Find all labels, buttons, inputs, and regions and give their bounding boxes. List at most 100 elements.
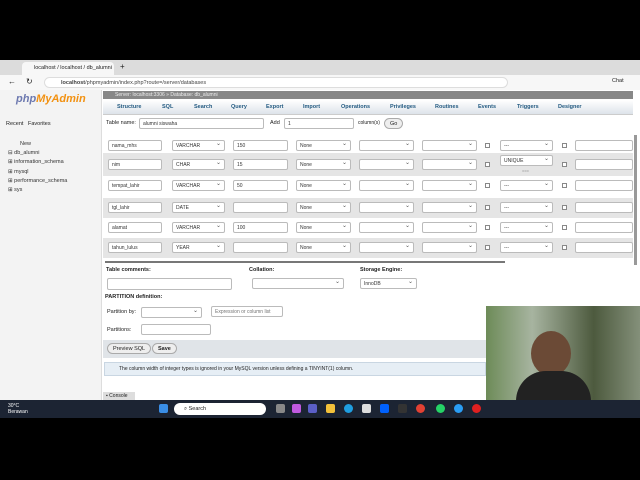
go-button[interactable]: Go xyxy=(384,118,404,129)
index-options-link[interactable]: === xyxy=(522,168,529,173)
column-length-input[interactable] xyxy=(233,180,288,191)
menu-routines[interactable]: Routines xyxy=(435,104,459,110)
column-name-input[interactable] xyxy=(108,222,162,233)
store-icon[interactable] xyxy=(362,404,371,413)
copilot-icon[interactable] xyxy=(292,404,301,413)
column-length-input[interactable] xyxy=(233,202,288,213)
column-default-select[interactable]: None xyxy=(296,159,351,170)
menu-events[interactable]: Events xyxy=(478,104,496,110)
column-default-select[interactable]: None xyxy=(296,140,351,151)
column-attributes-select[interactable] xyxy=(422,222,477,233)
column-attributes-select[interactable] xyxy=(422,202,477,213)
menu-designer[interactable]: Designer xyxy=(558,104,582,110)
column-collation-select[interactable] xyxy=(359,140,414,151)
column-attributes-select[interactable] xyxy=(422,159,477,170)
favorites-tab[interactable]: Favorites xyxy=(28,121,51,127)
column-collation-select[interactable] xyxy=(359,242,414,253)
crumb-server[interactable]: Server: localhost:3306 xyxy=(115,92,165,98)
storage-engine-select[interactable]: InnoDB xyxy=(360,278,417,289)
column-length-input[interactable] xyxy=(233,242,288,253)
task-view-icon[interactable] xyxy=(276,404,285,413)
column-name-input[interactable] xyxy=(108,180,162,191)
tree-mysql[interactable]: ⊞ mysql xyxy=(8,169,29,175)
refresh-icon[interactable]: ↻ xyxy=(26,77,33,86)
column-default-select[interactable]: None xyxy=(296,222,351,233)
taskbar-search[interactable]: ⌕ Search xyxy=(174,403,266,415)
column-default-select[interactable]: None xyxy=(296,202,351,213)
collation-select[interactable] xyxy=(252,278,344,289)
column-null-checkbox[interactable] xyxy=(485,183,490,188)
column-collation-select[interactable] xyxy=(359,202,414,213)
tree-new[interactable]: New xyxy=(20,141,31,147)
table-name-input[interactable] xyxy=(139,118,264,129)
add-count-input[interactable] xyxy=(284,118,354,129)
tree-db-alumni[interactable]: ⊟ db_alumni xyxy=(8,150,40,156)
windows-start-icon[interactable] xyxy=(159,404,168,413)
column-type-select[interactable]: VARCHAR xyxy=(172,180,225,191)
phpmyadmin-logo[interactable]: phpMyAdmin xyxy=(16,93,86,105)
menu-export[interactable]: Export xyxy=(266,104,283,110)
column-comments-input[interactable] xyxy=(575,180,633,191)
console-button[interactable]: ▪ Console xyxy=(103,392,135,400)
preview-sql-button[interactable]: Preview SQL xyxy=(107,343,152,354)
column-length-input[interactable] xyxy=(233,140,288,151)
column-collation-select[interactable] xyxy=(359,222,414,233)
column-index-select[interactable]: --- xyxy=(500,222,553,233)
column-attributes-select[interactable] xyxy=(422,242,477,253)
column-attributes-select[interactable] xyxy=(422,180,477,191)
browser-tab[interactable]: localhost / localhost / db_alumni xyxy=(22,62,114,75)
column-index-select[interactable]: --- xyxy=(500,202,553,213)
column-comments-input[interactable] xyxy=(575,140,633,151)
tree-sys[interactable]: ⊞ sys xyxy=(8,187,22,193)
column-name-input[interactable] xyxy=(108,140,162,151)
column-index-select[interactable]: --- xyxy=(500,140,553,151)
menu-triggers[interactable]: Triggers xyxy=(517,104,539,110)
column-comments-input[interactable] xyxy=(575,242,633,253)
menu-sql[interactable]: SQL xyxy=(162,104,173,110)
record-icon[interactable] xyxy=(472,404,481,413)
column-comments-input[interactable] xyxy=(575,159,633,170)
weather-widget[interactable]: 30°C Berawan xyxy=(8,403,28,415)
menu-import[interactable]: Import xyxy=(303,104,320,110)
column-collation-select[interactable] xyxy=(359,159,414,170)
column-index-select[interactable]: UNIQUE xyxy=(500,155,553,166)
column-name-input[interactable] xyxy=(108,159,162,170)
menu-operations[interactable]: Operations xyxy=(341,104,370,110)
column-ai-checkbox[interactable] xyxy=(562,162,567,167)
new-tab-icon[interactable]: + xyxy=(120,62,125,71)
column-default-select[interactable]: None xyxy=(296,242,351,253)
column-ai-checkbox[interactable] xyxy=(562,183,567,188)
vertical-scrollbar[interactable] xyxy=(634,135,637,265)
column-null-checkbox[interactable] xyxy=(485,162,490,167)
column-name-input[interactable] xyxy=(108,242,162,253)
column-ai-checkbox[interactable] xyxy=(562,143,567,148)
edge-icon[interactable] xyxy=(344,404,353,413)
table-comments-input[interactable] xyxy=(107,278,232,290)
tree-information-schema[interactable]: ⊞ information_schema xyxy=(8,159,64,165)
column-type-select[interactable]: VARCHAR xyxy=(172,140,225,151)
crumb-database[interactable]: Database: db_alumni xyxy=(170,92,217,98)
url-input[interactable]: localhost/phpmyadmin/index.php?route=/se… xyxy=(44,77,508,88)
copilot-chat-button[interactable]: Chat xyxy=(612,78,624,84)
app-icon[interactable] xyxy=(398,404,407,413)
column-null-checkbox[interactable] xyxy=(485,143,490,148)
menu-privileges[interactable]: Privileges xyxy=(390,104,416,110)
teams-icon[interactable] xyxy=(308,404,317,413)
menu-query[interactable]: Query xyxy=(231,104,247,110)
chrome-icon[interactable] xyxy=(416,404,425,413)
partition-by-select[interactable] xyxy=(141,307,202,318)
column-default-select[interactable]: None xyxy=(296,180,351,191)
recent-tab[interactable]: Recent xyxy=(6,121,23,127)
column-length-input[interactable] xyxy=(233,222,288,233)
tree-performance-schema[interactable]: ⊞ performance_schema xyxy=(8,178,67,184)
column-index-select[interactable]: --- xyxy=(500,242,553,253)
column-null-checkbox[interactable] xyxy=(485,245,490,250)
file-explorer-icon[interactable] xyxy=(326,404,335,413)
column-comments-input[interactable] xyxy=(575,222,633,233)
column-null-checkbox[interactable] xyxy=(485,225,490,230)
column-length-input[interactable] xyxy=(233,159,288,170)
partitions-input[interactable] xyxy=(141,324,211,335)
column-collation-select[interactable] xyxy=(359,180,414,191)
column-null-checkbox[interactable] xyxy=(485,205,490,210)
column-ai-checkbox[interactable] xyxy=(562,205,567,210)
